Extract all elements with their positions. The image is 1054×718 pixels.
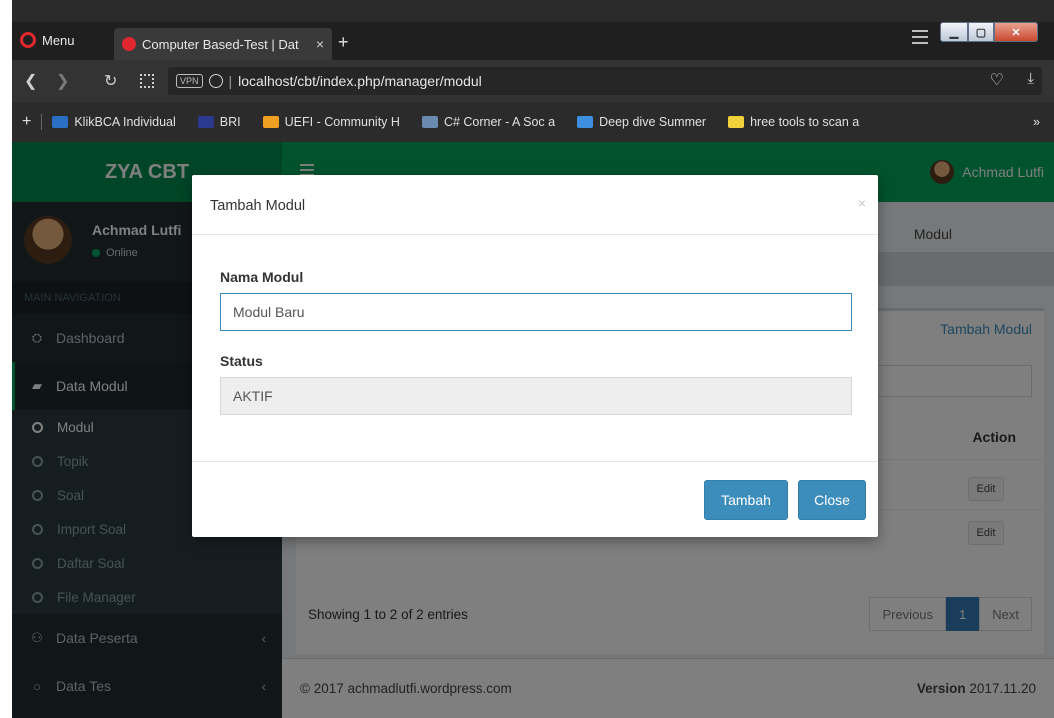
easy-setup-menu-icon[interactable] xyxy=(912,30,928,44)
add-bookmark-icon[interactable]: + xyxy=(22,113,31,131)
bookmark-item[interactable]: UEFI - Community H xyxy=(262,115,400,129)
bookmark-label: UEFI - Community H xyxy=(284,115,400,129)
bookmarks-more-icon[interactable]: » xyxy=(1033,115,1040,129)
modal-body: Nama Modul Status AKTIF xyxy=(192,235,878,461)
modal-footer: Tambah Close xyxy=(192,461,878,537)
bookmark-favicon-icon xyxy=(197,116,214,128)
vpn-badge[interactable]: VPN xyxy=(176,74,203,88)
modal-title: Tambah Modul xyxy=(210,198,306,214)
tambah-button[interactable]: Tambah xyxy=(704,480,788,520)
bookmark-favicon-icon xyxy=(728,116,745,128)
bookmark-favicon-icon xyxy=(52,116,69,128)
bookmark-favicon-icon xyxy=(421,116,438,128)
forward-icon[interactable]: ❯ xyxy=(56,71,69,91)
opera-logo-icon xyxy=(20,32,36,48)
bookmark-item[interactable]: BRI xyxy=(197,115,241,129)
close-button[interactable]: Close xyxy=(798,480,866,520)
minimize-button[interactable]: ▁ xyxy=(940,22,968,42)
bookmark-favicon-icon xyxy=(262,116,279,128)
address-bar: ❮ ❯ ↻ VPN | localhost/cbt/index.php/mana… xyxy=(12,60,1054,102)
bookmark-item[interactable]: hree tools to scan a xyxy=(728,115,859,129)
url-separator: | xyxy=(228,73,233,89)
globe-icon xyxy=(208,74,223,88)
bookmark-item[interactable]: KlikBCA Individual xyxy=(52,115,176,129)
bookmark-favicon-icon xyxy=(577,116,594,128)
bookmark-label: KlikBCA Individual xyxy=(74,115,176,129)
browser-tab-active[interactable]: Computer Based-Test | Dat × xyxy=(114,28,332,60)
browser-window: Menu Computer Based-Test | Dat × + ▁ ▢ ✕… xyxy=(12,0,1054,718)
speed-dial-icon[interactable] xyxy=(140,74,154,88)
maximize-button[interactable]: ▢ xyxy=(968,22,994,42)
close-icon[interactable]: × xyxy=(858,195,866,211)
tab-close-icon[interactable]: × xyxy=(316,36,324,52)
modal-header: Tambah Modul × xyxy=(192,175,878,235)
bookmark-label: BRI xyxy=(219,115,241,129)
bookmark-label: Deep dive Summer xyxy=(599,115,707,129)
status-label: Status xyxy=(220,353,263,369)
url-text[interactable]: localhost/cbt/index.php/manager/modul xyxy=(238,73,482,89)
download-icon[interactable]: ⤓ xyxy=(1027,70,1034,87)
tab-title: Computer Based-Test | Dat xyxy=(142,36,299,52)
tab-favicon-icon xyxy=(122,37,136,51)
bookmark-label: C# Corner - A Soc a xyxy=(443,115,556,129)
bookmarks-divider xyxy=(41,114,43,130)
back-icon[interactable]: ❮ xyxy=(24,71,37,91)
nama-modul-label: Nama Modul xyxy=(220,269,304,285)
browser-tab-bar: Menu Computer Based-Test | Dat × + ▁ ▢ ✕ xyxy=(12,22,1054,60)
bookmark-item[interactable]: Deep dive Summer xyxy=(577,115,706,129)
close-window-button[interactable]: ✕ xyxy=(994,22,1038,42)
heart-icon[interactable]: ♡ xyxy=(990,70,1004,90)
window-controls: ▁ ▢ ✕ xyxy=(940,22,1038,42)
reload-icon[interactable]: ↻ xyxy=(104,71,117,91)
browser-menu-button[interactable]: Menu xyxy=(20,32,75,48)
bookmark-item[interactable]: C# Corner - A Soc a xyxy=(421,115,556,129)
screen: Menu Computer Based-Test | Dat × + ▁ ▢ ✕… xyxy=(0,0,1054,718)
new-tab-button[interactable]: + xyxy=(338,32,349,53)
status-field: AKTIF xyxy=(220,377,852,415)
bookmarks-bar: + KlikBCA Individual BRI UEFI - Communit… xyxy=(12,102,1054,142)
tambah-modul-modal: Tambah Modul × Nama Modul Status AKTIF T… xyxy=(192,175,878,537)
url-field[interactable]: VPN | localhost/cbt/index.php/manager/mo… xyxy=(168,67,1042,95)
bookmark-label: hree tools to scan a xyxy=(750,115,860,129)
browser-menu-label: Menu xyxy=(42,32,75,48)
nama-modul-input[interactable] xyxy=(220,293,852,331)
